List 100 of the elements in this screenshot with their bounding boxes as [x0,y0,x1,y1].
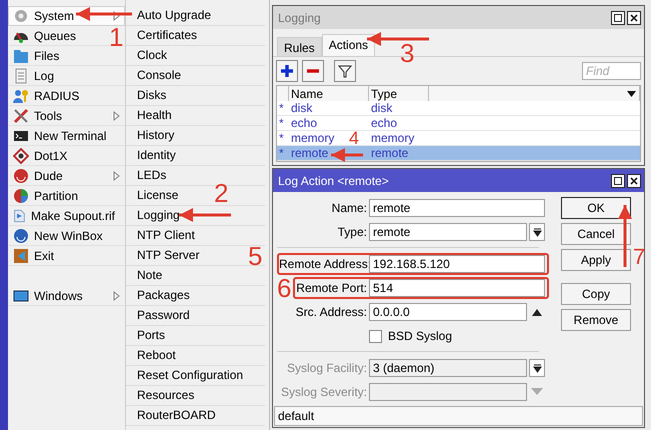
row-marker: * [278,131,284,145]
submenu-item[interactable]: Reboot [126,346,265,366]
close-icon [630,176,638,184]
submenu-item[interactable]: Certificates [126,26,265,46]
plus-icon [280,64,294,78]
filter-icon [338,64,352,78]
menu-item[interactable]: Tools [8,106,125,126]
field-label: Remote Address: [279,257,367,271]
checkbox[interactable] [369,330,382,342]
dropdown-icon [532,364,542,372]
dialog-button[interactable]: Copy [561,283,631,305]
submenu-item[interactable]: Reset Configuration [126,366,265,386]
submenu-item[interactable]: Ports [126,326,265,346]
dialog-button[interactable]: Apply [561,249,631,271]
dialog-button[interactable]: Remove [561,309,631,331]
input-field[interactable]: 0.0.0.0 [369,303,527,321]
submenu-item[interactable]: Password [126,306,265,326]
row-marker: * [278,101,284,115]
column-header[interactable]: Type [369,86,429,101]
submenu-item[interactable]: RouterBOARD [126,406,265,426]
field-label: Type: [336,225,367,239]
close-button[interactable] [627,10,641,24]
menu-item[interactable]: Dot1X [8,146,125,166]
menu-item[interactable]: Exit [8,246,125,266]
table-cell-text: disk [290,101,312,115]
menu-item[interactable]: Files [8,46,125,66]
table-row[interactable]: * echo echo [277,116,640,131]
menu-item[interactable]: Queues 1 [8,26,125,46]
close-icon [630,14,638,22]
menu-item[interactable]: New WinBox [8,226,125,246]
submenu-caret-icon [113,11,120,21]
field-label: Syslog Facility: [286,361,367,375]
annotation-number: 4 [349,131,360,146]
table-cell-text: echo [290,116,318,130]
submenu-item[interactable]: License 2 [126,186,265,206]
close-button[interactable] [627,174,641,188]
maximize-icon [614,14,622,22]
menu-item[interactable]: Dude [8,166,125,186]
globe-icon [13,228,29,244]
submenu-caret-icon [113,171,120,181]
menu-item[interactable]: New Terminal [8,126,125,146]
field-label: Remote Port: [295,281,367,295]
submenu-item[interactable]: Packages [126,286,265,306]
column-header[interactable]: Name [289,86,369,101]
table-cell-text: memory [370,131,414,145]
menu-item[interactable]: Partition [8,186,125,206]
submenu-item[interactable]: Auto Upgrade [126,6,265,26]
exit-icon [13,248,29,264]
add-button[interactable] [276,60,298,82]
input-field[interactable]: 514 [369,279,545,297]
submenu-item[interactable]: Health [126,106,265,126]
dialog-button[interactable]: OK [561,197,631,219]
checkbox-label: BSD Syslog [388,329,452,343]
table-row[interactable]: * disk disk [277,101,640,116]
filter-button[interactable] [334,60,356,82]
maximize-button[interactable] [611,174,625,188]
submenu-item[interactable]: NTP Server 5 [126,246,265,266]
dropdown-arrow-icon [627,90,636,96]
remove-button[interactable] [302,60,324,82]
table-cell-text: remote [370,146,408,160]
table-row[interactable]: * memory 4 memory [277,131,640,146]
annotation-arrow [616,205,634,267]
dialog-button[interactable]: Cancel [561,223,631,245]
submenu-item[interactable]: Identity [126,146,265,166]
pie-icon [13,188,29,204]
terminal-icon [13,128,29,144]
submenu-item[interactable]: Console [126,66,265,86]
submenu-item[interactable]: Clock [126,46,265,66]
maximize-button[interactable] [611,10,625,24]
submenu-item[interactable]: History [126,126,265,146]
submenu-item[interactable]: Resources [126,386,265,406]
tools-icon [13,108,29,124]
table-cell-text: memory [290,131,334,145]
globe-icon [13,168,29,184]
submenu-item[interactable]: Note [126,266,265,286]
menu-item[interactable]: Make Supout.rif [8,206,125,226]
dropdown-button[interactable] [529,223,545,241]
folder-icon [13,48,29,64]
row-marker: * [278,146,284,160]
find-field[interactable]: Find [582,62,641,80]
input-field[interactable]: remote [369,199,545,217]
menu-item[interactable]: System [8,6,125,26]
up-arrow-icon[interactable] [532,308,542,316]
table-row[interactable]: * remote remote [277,146,640,161]
menu-item[interactable]: Log [8,66,125,86]
dropdown-arrow-icon [531,388,543,396]
menu-item[interactable]: Windows [8,286,125,306]
menu-item[interactable]: RADIUS [8,86,125,106]
submenu-item[interactable]: NTP Client [126,226,265,246]
gear-icon [13,8,29,24]
input-field[interactable]: remote [369,223,527,241]
field-label: Syslog Severity: [280,385,367,399]
maximize-icon [614,176,622,184]
annotation-number: 5 [248,243,262,269]
input-field[interactable]: 192.168.5.120 [369,255,545,273]
tab[interactable]: Actions [322,34,376,56]
table-cell-text: echo [370,116,398,130]
submenu-item[interactable]: Disks [126,86,265,106]
annotation-arrow [331,145,363,165]
tab[interactable]: Rules [277,37,322,56]
